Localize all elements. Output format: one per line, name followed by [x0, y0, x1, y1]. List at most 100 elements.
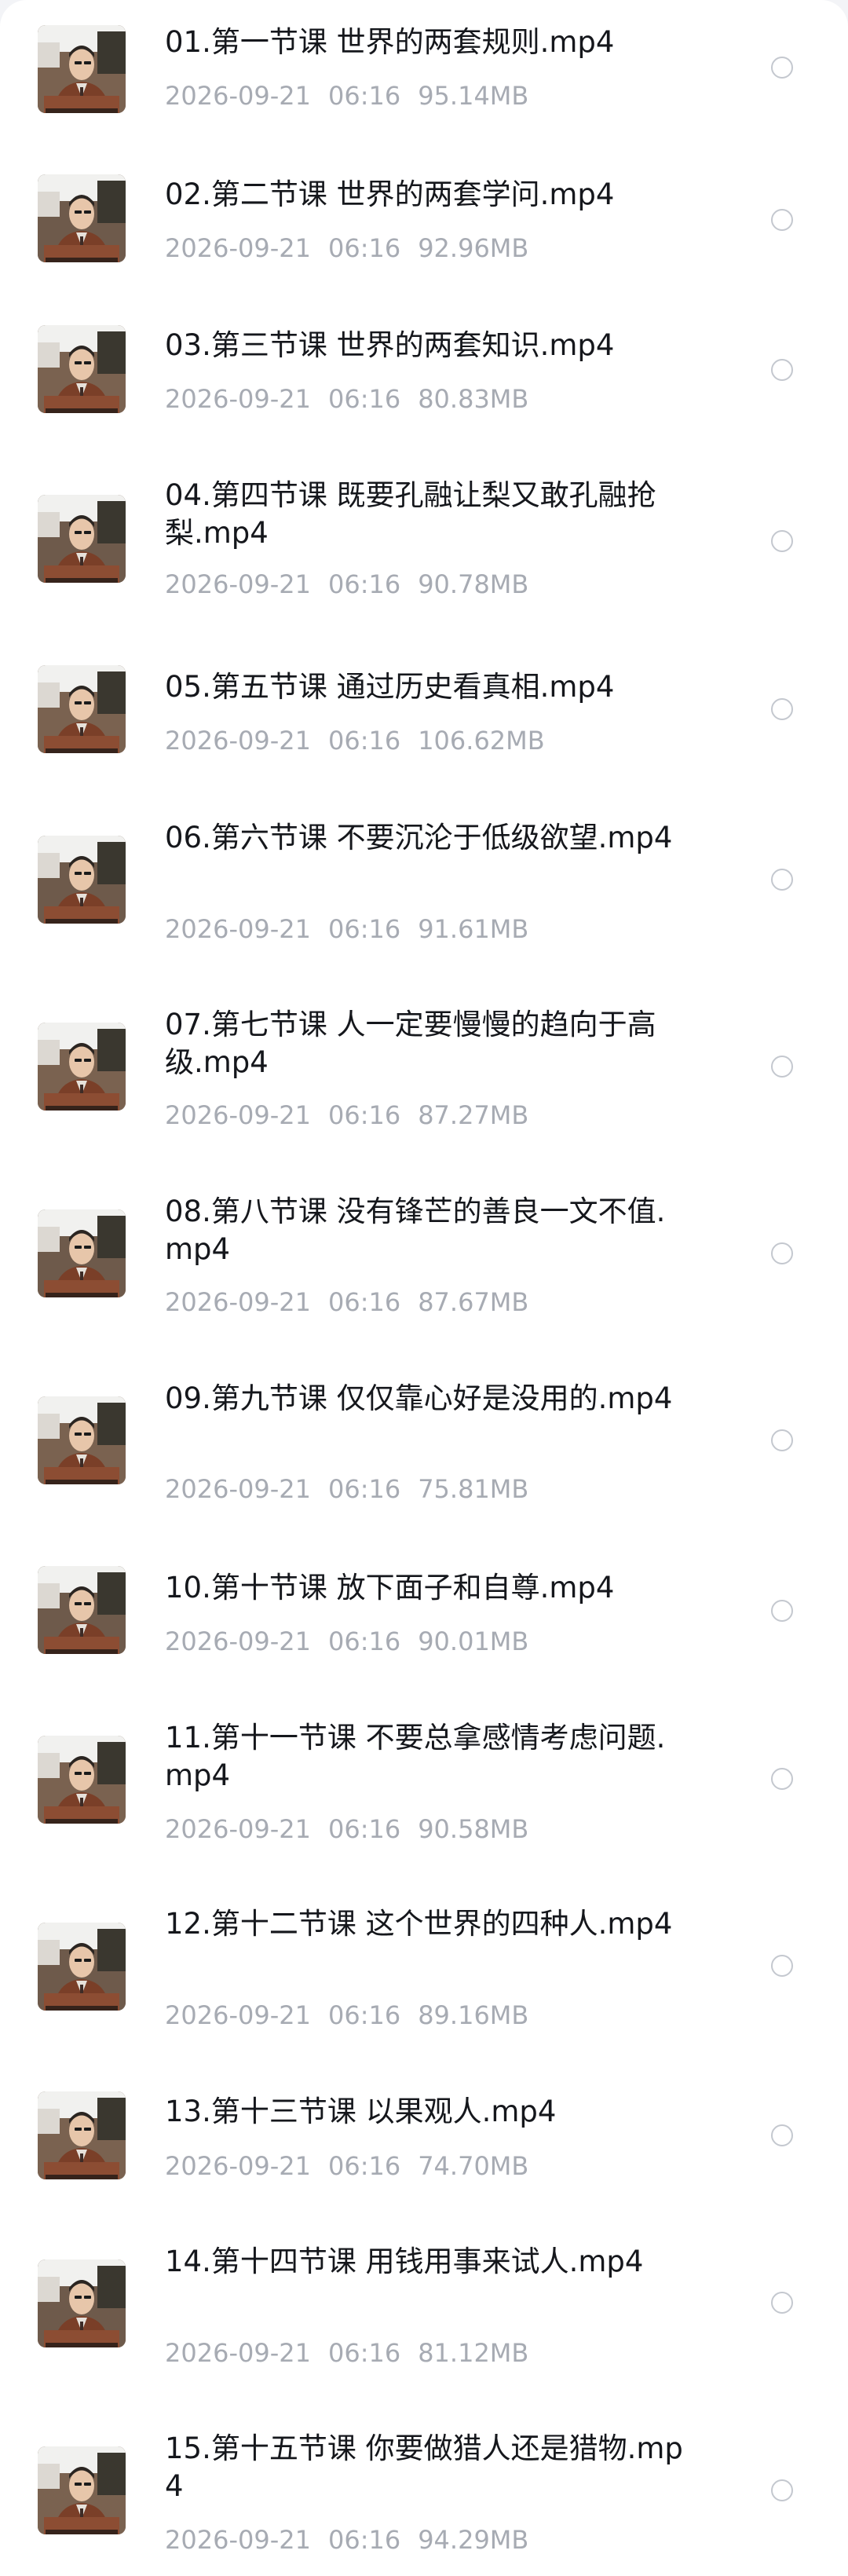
file-date: 2026-09-21	[165, 2525, 311, 2555]
select-radio-icon[interactable]	[771, 359, 793, 381]
file-size: 87.27MB	[418, 1100, 529, 1130]
file-meta: 2026-09-21 06:16 75.81MB	[165, 1473, 528, 1505]
file-title[interactable]: 03.第三节课 世界的两套知识.mp4	[165, 327, 691, 364]
video-thumbnail[interactable]	[38, 174, 126, 262]
file-title[interactable]: 08.第八节课 没有锋芒的善良一文不值.mp4	[165, 1193, 691, 1268]
file-size: 94.29MB	[418, 2525, 529, 2555]
select-radio-icon[interactable]	[771, 869, 793, 891]
file-title[interactable]: 06.第六节课 不要沉沦于低级欲望.mp4	[165, 819, 691, 857]
file-date: 2026-09-21	[165, 914, 311, 944]
select-radio-icon[interactable]	[771, 1056, 793, 1078]
file-title[interactable]: 01.第一节课 世界的两套规则.mp4	[165, 24, 691, 61]
file-title[interactable]: 09.第九节课 仅仅靠心好是没用的.mp4	[165, 1380, 691, 1418]
select-radio-icon[interactable]	[771, 209, 793, 231]
file-meta: 2026-09-21 06:16 90.78MB	[165, 569, 528, 600]
select-radio-icon[interactable]	[771, 1768, 793, 1790]
file-size: 95.14MB	[418, 81, 529, 111]
file-title[interactable]: 04.第四节课 既要孔融让梨又敢孔融抢梨.mp4	[165, 477, 691, 552]
file-title[interactable]: 13.第十三节课 以果观人.mp4	[165, 2093, 691, 2131]
select-radio-icon[interactable]	[771, 57, 793, 79]
file-date: 2026-09-21	[165, 2338, 311, 2368]
video-thumbnail[interactable]	[38, 1736, 126, 1824]
file-time: 06:16	[327, 2151, 401, 2181]
file-meta: 2026-09-21 06:16 74.70MB	[165, 2150, 528, 2182]
file-time: 06:16	[327, 914, 401, 944]
video-thumbnail[interactable]	[38, 1396, 126, 1484]
file-meta: 2026-09-21 06:16 95.14MB	[165, 80, 528, 112]
file-meta: 2026-09-21 06:16 94.29MB	[165, 2524, 528, 2556]
video-thumbnail[interactable]	[38, 25, 126, 113]
video-thumbnail[interactable]	[38, 2091, 126, 2179]
file-meta: 2026-09-21 06:16 80.83MB	[165, 383, 528, 415]
file-title[interactable]: 10.第十节课 放下面子和自尊.mp4	[165, 1569, 691, 1607]
video-thumbnail[interactable]	[38, 495, 126, 583]
video-thumbnail[interactable]	[38, 665, 126, 753]
file-meta: 2026-09-21 06:16 87.67MB	[165, 1286, 528, 1318]
select-radio-icon[interactable]	[771, 698, 793, 720]
file-time: 06:16	[327, 384, 401, 414]
video-thumbnail[interactable]	[38, 1209, 126, 1297]
file-title[interactable]: 07.第七节课 人一定要慢慢的趋向于高级.mp4	[165, 1006, 691, 1081]
file-meta: 2026-09-21 06:16 90.01MB	[165, 1626, 528, 1657]
file-size: 80.83MB	[418, 384, 529, 414]
file-time: 06:16	[327, 726, 401, 756]
file-time: 06:16	[327, 2338, 401, 2368]
file-time: 06:16	[327, 1287, 401, 1317]
file-meta: 2026-09-21 06:16 81.12MB	[165, 2337, 528, 2369]
file-date: 2026-09-21	[165, 2000, 311, 2030]
file-date: 2026-09-21	[165, 726, 311, 756]
select-radio-icon[interactable]	[771, 2292, 793, 2314]
file-size: 106.62MB	[418, 726, 545, 756]
file-meta: 2026-09-21 06:16 91.61MB	[165, 913, 528, 945]
video-thumbnail[interactable]	[38, 2259, 126, 2347]
file-title[interactable]: 15.第十五节课 你要做猎人还是猎物.mp4	[165, 2430, 691, 2505]
file-date: 2026-09-21	[165, 1814, 311, 1844]
file-title[interactable]: 11.第十一节课 不要总拿感情考虑问题.mp4	[165, 1719, 691, 1795]
file-list-card: 01.第一节课 世界的两套规则.mp4 2026-09-21 06:16 95.14M…	[0, 0, 848, 2576]
file-size: 81.12MB	[418, 2338, 529, 2368]
file-time: 06:16	[327, 569, 401, 599]
select-radio-icon[interactable]	[771, 1955, 793, 1977]
file-title[interactable]: 02.第二节课 世界的两套学问.mp4	[165, 176, 691, 214]
file-meta: 2026-09-21 06:16 106.62MB	[165, 725, 545, 756]
video-thumbnail[interactable]	[38, 2446, 126, 2534]
file-size: 89.16MB	[418, 2000, 529, 2030]
file-size: 90.58MB	[418, 1814, 529, 1844]
file-size: 74.70MB	[418, 2151, 529, 2181]
video-thumbnail[interactable]	[38, 1023, 126, 1111]
select-radio-icon[interactable]	[771, 2124, 793, 2146]
file-time: 06:16	[327, 81, 401, 111]
file-date: 2026-09-21	[165, 569, 311, 599]
file-meta: 2026-09-21 06:16 89.16MB	[165, 2000, 528, 2031]
file-date: 2026-09-21	[165, 1287, 311, 1317]
video-thumbnail[interactable]	[38, 1923, 126, 2011]
select-radio-icon[interactable]	[771, 1429, 793, 1451]
file-time: 06:16	[327, 1100, 401, 1130]
file-title[interactable]: 05.第五节课 通过历史看真相.mp4	[165, 668, 691, 706]
file-date: 2026-09-21	[165, 2151, 311, 2181]
file-time: 06:16	[327, 1474, 401, 1504]
file-size: 75.81MB	[418, 1474, 529, 1504]
video-thumbnail[interactable]	[38, 325, 126, 413]
select-radio-icon[interactable]	[771, 530, 793, 552]
file-meta: 2026-09-21 06:16 90.58MB	[165, 1813, 528, 1845]
file-title[interactable]: 12.第十二节课 这个世界的四种人.mp4	[165, 1905, 691, 1943]
file-size: 90.78MB	[418, 569, 529, 599]
file-size: 92.96MB	[418, 233, 529, 263]
select-radio-icon[interactable]	[771, 2479, 793, 2501]
file-meta: 2026-09-21 06:16 87.27MB	[165, 1100, 528, 1131]
file-time: 06:16	[327, 2000, 401, 2030]
file-time: 06:16	[327, 1814, 401, 1844]
select-radio-icon[interactable]	[771, 1242, 793, 1264]
file-title[interactable]: 14.第十四节课 用钱用事来试人.mp4	[165, 2243, 691, 2281]
file-time: 06:16	[327, 2525, 401, 2555]
file-time: 06:16	[327, 233, 401, 263]
file-date: 2026-09-21	[165, 1474, 311, 1504]
file-size: 90.01MB	[418, 1626, 529, 1656]
video-thumbnail[interactable]	[38, 836, 126, 924]
video-thumbnail[interactable]	[38, 1566, 126, 1654]
file-size: 87.67MB	[418, 1287, 529, 1317]
file-date: 2026-09-21	[165, 1100, 311, 1130]
file-date: 2026-09-21	[165, 1626, 311, 1656]
select-radio-icon[interactable]	[771, 1600, 793, 1622]
